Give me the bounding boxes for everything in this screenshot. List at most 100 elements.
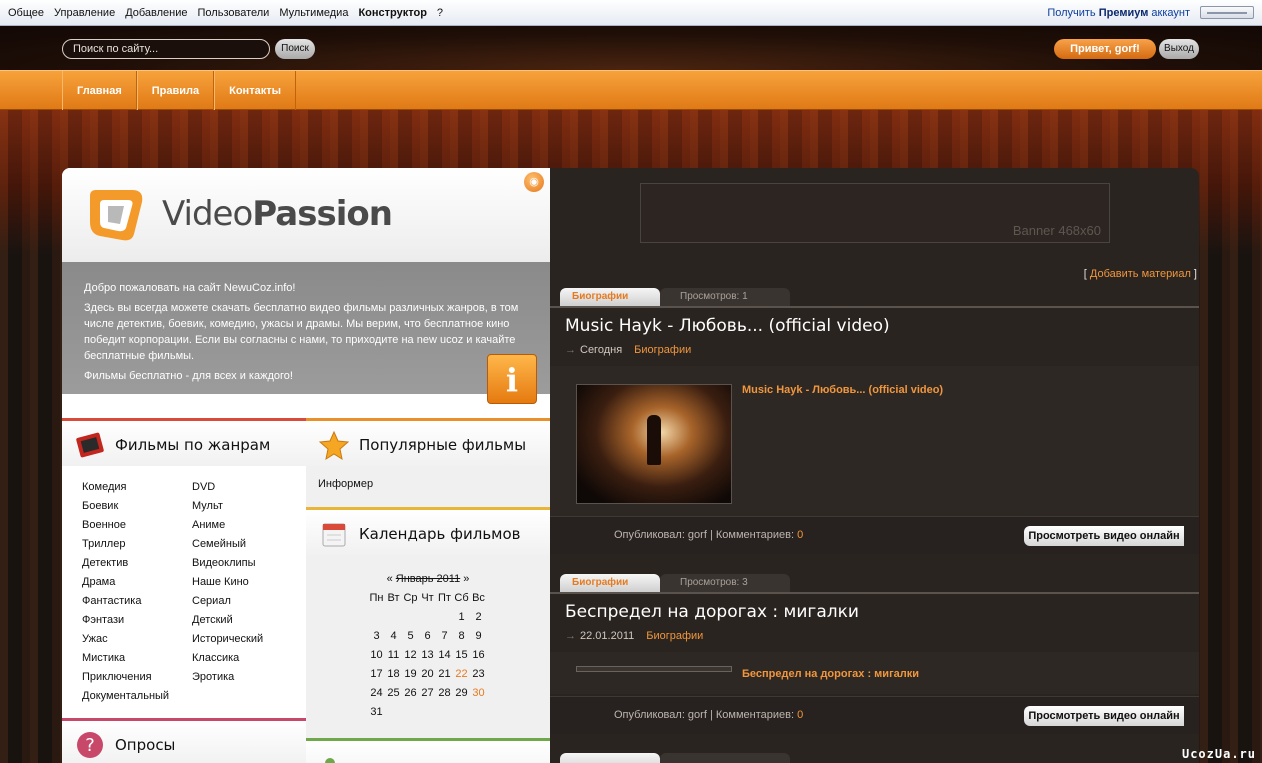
calendar-month[interactable]: Январь 2011 (396, 573, 460, 585)
entry-title[interactable]: Music Hayk - Любовь... (official video) (565, 316, 890, 336)
nav-item-contacts[interactable]: Контакты (214, 71, 296, 111)
calendar-prev-button[interactable]: « (387, 573, 393, 585)
admin-menu-general[interactable]: Общее (8, 7, 44, 19)
comments-count[interactable]: 0 (797, 529, 803, 541)
calendar-day[interactable]: 30 (470, 684, 487, 703)
genre-link[interactable]: Мульт (192, 497, 263, 516)
calendar-day[interactable]: 1 (453, 608, 470, 627)
calendar-day[interactable]: 4 (385, 627, 402, 646)
genre-link[interactable]: Ужас (82, 630, 169, 649)
calendar-day[interactable]: 24 (368, 684, 385, 703)
calendar-day[interactable]: 21 (436, 665, 453, 684)
calendar-day[interactable]: 25 (385, 684, 402, 703)
nav-item-home[interactable]: Главная (62, 71, 137, 111)
calendar-day[interactable]: 31 (368, 703, 385, 722)
genre-link[interactable]: Исторический (192, 630, 263, 649)
genre-link[interactable]: Семейный (192, 535, 263, 554)
calendar-day[interactable]: 9 (470, 627, 487, 646)
calendar-day[interactable]: 7 (436, 627, 453, 646)
admin-menu-add[interactable]: Добавление (125, 7, 187, 19)
star-icon (318, 430, 350, 461)
calendar-day[interactable]: 8 (453, 627, 470, 646)
admin-menu-help[interactable]: ? (437, 7, 443, 19)
video-thumbnail[interactable] (576, 384, 732, 504)
genre-link[interactable]: Приключения (82, 668, 169, 687)
calendar-day[interactable]: 22 (453, 665, 470, 684)
search-input[interactable]: Поиск по сайту... (62, 39, 270, 59)
logout-button[interactable]: Выход (1159, 39, 1199, 59)
nav-item-rules[interactable]: Правила (136, 71, 215, 111)
genre-link[interactable]: Фантастика (82, 592, 169, 611)
calendar-day[interactable]: 10 (368, 646, 385, 665)
rss-icon[interactable]: ◉ (524, 172, 544, 192)
genre-link[interactable]: Документальный (82, 687, 169, 706)
calendar-day[interactable]: 23 (470, 665, 487, 684)
genre-link[interactable]: Военное (82, 516, 169, 535)
logo-wordmark[interactable]: VideoPassion (162, 194, 393, 234)
genre-link[interactable]: Наше Кино (192, 573, 263, 592)
admin-menu-users[interactable]: Пользователи (198, 7, 270, 19)
calendar-day[interactable]: 13 (419, 646, 436, 665)
calendar-day[interactable]: 27 (419, 684, 436, 703)
genre-link[interactable]: Детский (192, 611, 263, 630)
premium-link[interactable]: Получить Премиум аккаунт (1047, 7, 1190, 19)
add-material-text[interactable]: Добавить материал (1090, 268, 1191, 280)
admin-menu-constructor[interactable]: Конструктор (358, 7, 426, 19)
calendar-day[interactable]: 28 (436, 684, 453, 703)
comments-count[interactable]: 0 (797, 709, 803, 721)
calendar-day[interactable]: 29 (453, 684, 470, 703)
genre-link[interactable]: Видеоклипы (192, 554, 263, 573)
calendar-day[interactable]: 5 (402, 627, 419, 646)
toolbar-slider[interactable] (1200, 6, 1254, 19)
entry-category-link[interactable]: Биографии (646, 630, 703, 642)
calendar-weekday: Сб (454, 592, 469, 604)
admin-menu-multimedia[interactable]: Мультимедиа (279, 7, 348, 19)
info-icon[interactable]: i (487, 354, 537, 404)
genre-link[interactable]: Триллер (82, 535, 169, 554)
calendar-day[interactable]: 6 (419, 627, 436, 646)
calendar-day (385, 608, 402, 627)
entry-video-link[interactable]: Беспредел на дорогах : мигалки (742, 668, 919, 680)
video-thumbnail-collapsed[interactable] (576, 666, 732, 672)
calendar-day[interactable]: 15 (453, 646, 470, 665)
genre-link[interactable]: Эротика (192, 668, 263, 687)
calendar-day[interactable]: 19 (402, 665, 419, 684)
entry-author: Опубликовал: gorf | Комментариев: 0 (614, 709, 803, 721)
genre-link[interactable]: Боевик (82, 497, 169, 516)
entry-category-tab[interactable] (560, 753, 660, 763)
calendar-day[interactable]: 14 (436, 646, 453, 665)
calendar-day[interactable]: 26 (402, 684, 419, 703)
premium-suffix: аккаунт (1151, 6, 1190, 19)
search-button[interactable]: Поиск (275, 39, 315, 59)
add-material-link[interactable]: [ Добавить материал ] (1084, 268, 1197, 280)
genre-link[interactable]: Мистика (82, 649, 169, 668)
genre-link[interactable]: Сериал (192, 592, 263, 611)
entry-category-tab[interactable]: Биографии (560, 288, 660, 306)
calendar-day[interactable]: 3 (368, 627, 385, 646)
genre-link[interactable]: DVD (192, 478, 263, 497)
calendar-day[interactable]: 11 (385, 646, 402, 665)
entry-video-link[interactable]: Music Hayk - Любовь... (official video) (742, 384, 943, 396)
watch-online-button[interactable]: Просмотреть видео онлайн (1024, 526, 1184, 546)
calendar-day[interactable]: 16 (470, 646, 487, 665)
banner-placeholder[interactable]: Banner 468x60 (640, 183, 1110, 243)
entry-category-tab[interactable]: Биографии (560, 574, 660, 592)
genre-link[interactable]: Классика (192, 649, 263, 668)
genre-link[interactable]: Фэнтази (82, 611, 169, 630)
calendar-day[interactable]: 12 (402, 646, 419, 665)
calendar-day[interactable]: 2 (470, 608, 487, 627)
genre-link[interactable]: Детектив (82, 554, 169, 573)
calendar-day (453, 703, 470, 722)
entry-title[interactable]: Беспредел на дорогах : мигалки (565, 602, 859, 622)
genre-link[interactable]: Драма (82, 573, 169, 592)
admin-menu-management[interactable]: Управление (54, 7, 115, 19)
entry-category-link[interactable]: Биографии (634, 344, 691, 356)
calendar-day[interactable]: 20 (419, 665, 436, 684)
genre-link[interactable]: Аниме (192, 516, 263, 535)
genre-link[interactable]: Комедия (82, 478, 169, 497)
calendar-day[interactable]: 17 (368, 665, 385, 684)
watch-online-button[interactable]: Просмотреть видео онлайн (1024, 706, 1184, 726)
calendar-day[interactable]: 18 (385, 665, 402, 684)
greeting-button[interactable]: Привет, gorf! (1054, 39, 1156, 59)
calendar-next-button[interactable]: » (463, 573, 469, 585)
